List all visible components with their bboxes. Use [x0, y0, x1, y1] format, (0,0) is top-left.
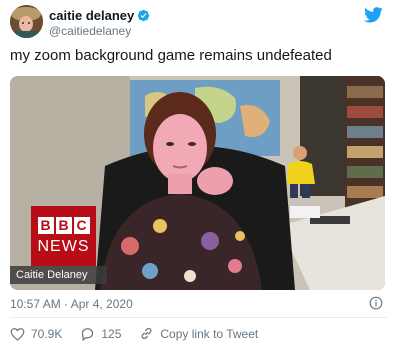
avatar[interactable]: [10, 5, 43, 38]
like-button[interactable]: 70.9K: [10, 327, 62, 341]
bbc-letter: B: [37, 216, 54, 234]
like-count: 70.9K: [31, 326, 63, 341]
reply-icon: [82, 327, 94, 341]
bbc-letter: B: [55, 216, 72, 234]
link-icon: [141, 327, 152, 340]
heart-icon: [10, 327, 25, 341]
display-name[interactable]: caitie delaney: [49, 8, 150, 23]
verified-badge-icon: [138, 9, 150, 22]
tweet-media-image[interactable]: B B C NEWS Caitie Delaney: [10, 76, 385, 290]
reply-button[interactable]: 125: [80, 327, 121, 341]
divider: [10, 317, 387, 318]
bbc-letter: C: [73, 216, 90, 234]
name-strap: Caitie Delaney: [10, 266, 107, 284]
copy-link-label: Copy link to Tweet: [160, 326, 259, 341]
bbc-news-word: NEWS: [37, 237, 90, 255]
tweet-text: my zoom background game remains undefeat…: [10, 47, 332, 64]
copy-link-button[interactable]: Copy link to Tweet: [139, 326, 258, 341]
tweet-card: caitie delaney @caitiedelaney my zoom ba…: [0, 0, 397, 345]
info-icon[interactable]: [369, 296, 383, 310]
reply-count: 125: [101, 326, 122, 341]
twitter-bird-icon[interactable]: [364, 7, 383, 23]
tweet-actions: 70.9K 125 Copy link to Tweet: [10, 326, 276, 341]
display-name-text: caitie delaney: [49, 8, 135, 23]
bbc-news-logo: B B C NEWS: [31, 206, 96, 266]
user-handle[interactable]: @caitiedelaney: [49, 24, 131, 38]
tweet-timestamp[interactable]: 10:57 AM · Apr 4, 2020: [10, 297, 133, 311]
